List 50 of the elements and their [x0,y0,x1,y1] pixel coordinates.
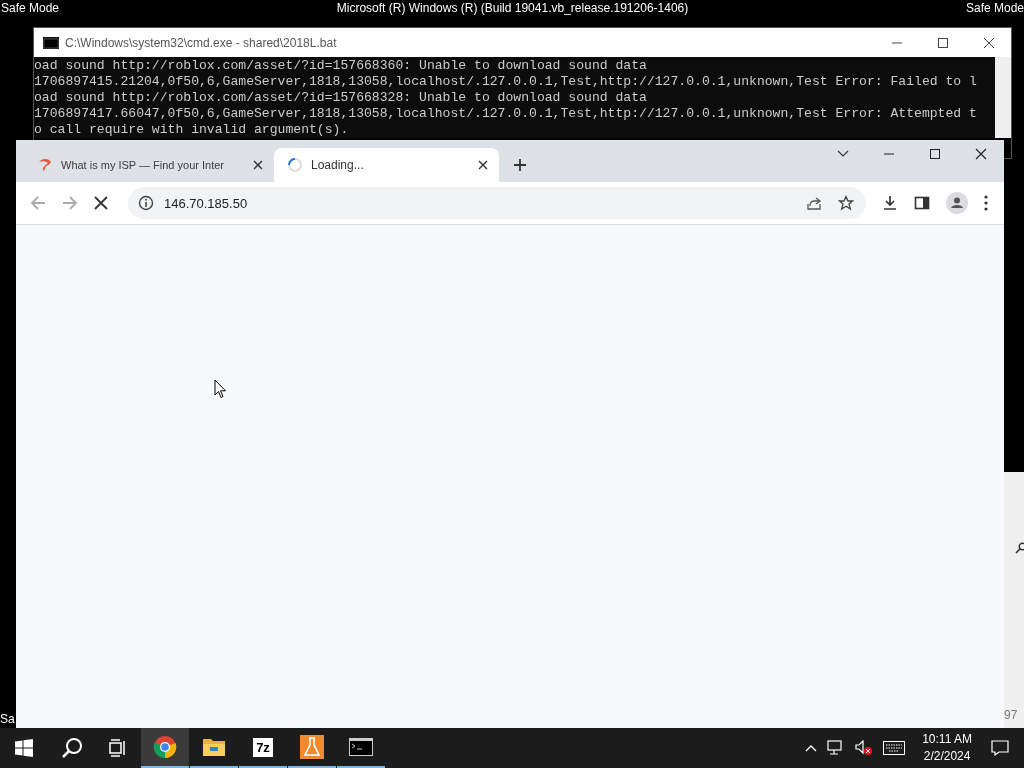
console-line: oad sound http://roblox.com/asset/?id=157668328: Unable to download sound data [34,90,648,106]
maximize-icon[interactable] [937,36,949,49]
browser-tab[interactable]: What is my ISP — Find your Inter [24,148,274,182]
safe-mode-label: Sa [0,712,15,726]
console-line: 1706897417.66047,0f50,6,GameServer,1818,13058,localhost/.127.0.0.1,Test,http://127.0.0.1,unknown,Test Error: Attempted t [34,106,978,122]
menu-icon[interactable] [984,195,988,211]
window-title: C:\Windows\system32\cmd.exe - shared\2018L.bat [65,35,337,50]
pointer-icon [214,379,227,399]
address-bar[interactable]: 146.70.185.50 [128,187,866,219]
chevron-down-icon[interactable] [837,150,849,158]
flask-icon [300,735,324,759]
new-tab-icon[interactable] [513,158,527,172]
build-label: Microsoft (R) Windows (R) (Build 19041.vb_release.191206-1406) [336,0,689,16]
close-icon[interactable] [478,160,488,170]
clock[interactable]: 10:11 AM 2/2/2024 [922,731,972,765]
side-panel-icon[interactable] [914,195,930,211]
profile-icon[interactable] [946,192,968,214]
safe-mode-label: Safe Mode [1,0,60,16]
volume-muted-icon[interactable] [855,740,874,756]
console-icon [43,36,59,49]
close-icon[interactable] [983,36,995,49]
close-icon[interactable] [975,148,987,160]
folder-icon [202,737,226,757]
search-icon [1015,542,1024,554]
console-line: oad sound http://roblox.com/asset/?id=157668360: Unable to download sound data [34,58,648,74]
task-view-icon[interactable] [109,739,127,757]
chrome-icon [153,735,177,759]
console-line: o call require with invalid argument(s). [34,122,350,138]
size-label: 97 [1004,708,1018,722]
browser-tab[interactable]: Loading... [274,148,499,182]
notifications-icon[interactable] [991,740,1009,756]
share-icon[interactable] [806,195,822,211]
console-icon [349,738,373,756]
star-icon[interactable] [838,195,854,211]
taskbar-app[interactable]: 7z [239,728,287,768]
stop-icon[interactable] [94,196,108,210]
close-icon[interactable] [253,160,263,170]
safe-mode-label: Safe Mode [965,0,1024,16]
taskbar-app[interactable] [141,728,189,768]
scrollbar[interactable] [995,57,1011,138]
windows-start-icon[interactable] [15,739,33,757]
search-icon[interactable] [61,737,83,759]
download-icon[interactable] [882,195,898,211]
keyboard-icon[interactable] [883,741,906,755]
console-line: 1706897415.21204,0f50,6,GameServer,1818,13058,localhost/.127.0.0.1,Test,http://127.0.0.1,unknown,Test Error: Failed to l [34,74,978,90]
maximize-icon[interactable] [929,148,941,160]
spinner-icon [287,157,303,173]
info-icon[interactable] [138,195,154,211]
chevron-up-icon[interactable] [805,744,818,752]
favicon-icon [37,157,53,173]
